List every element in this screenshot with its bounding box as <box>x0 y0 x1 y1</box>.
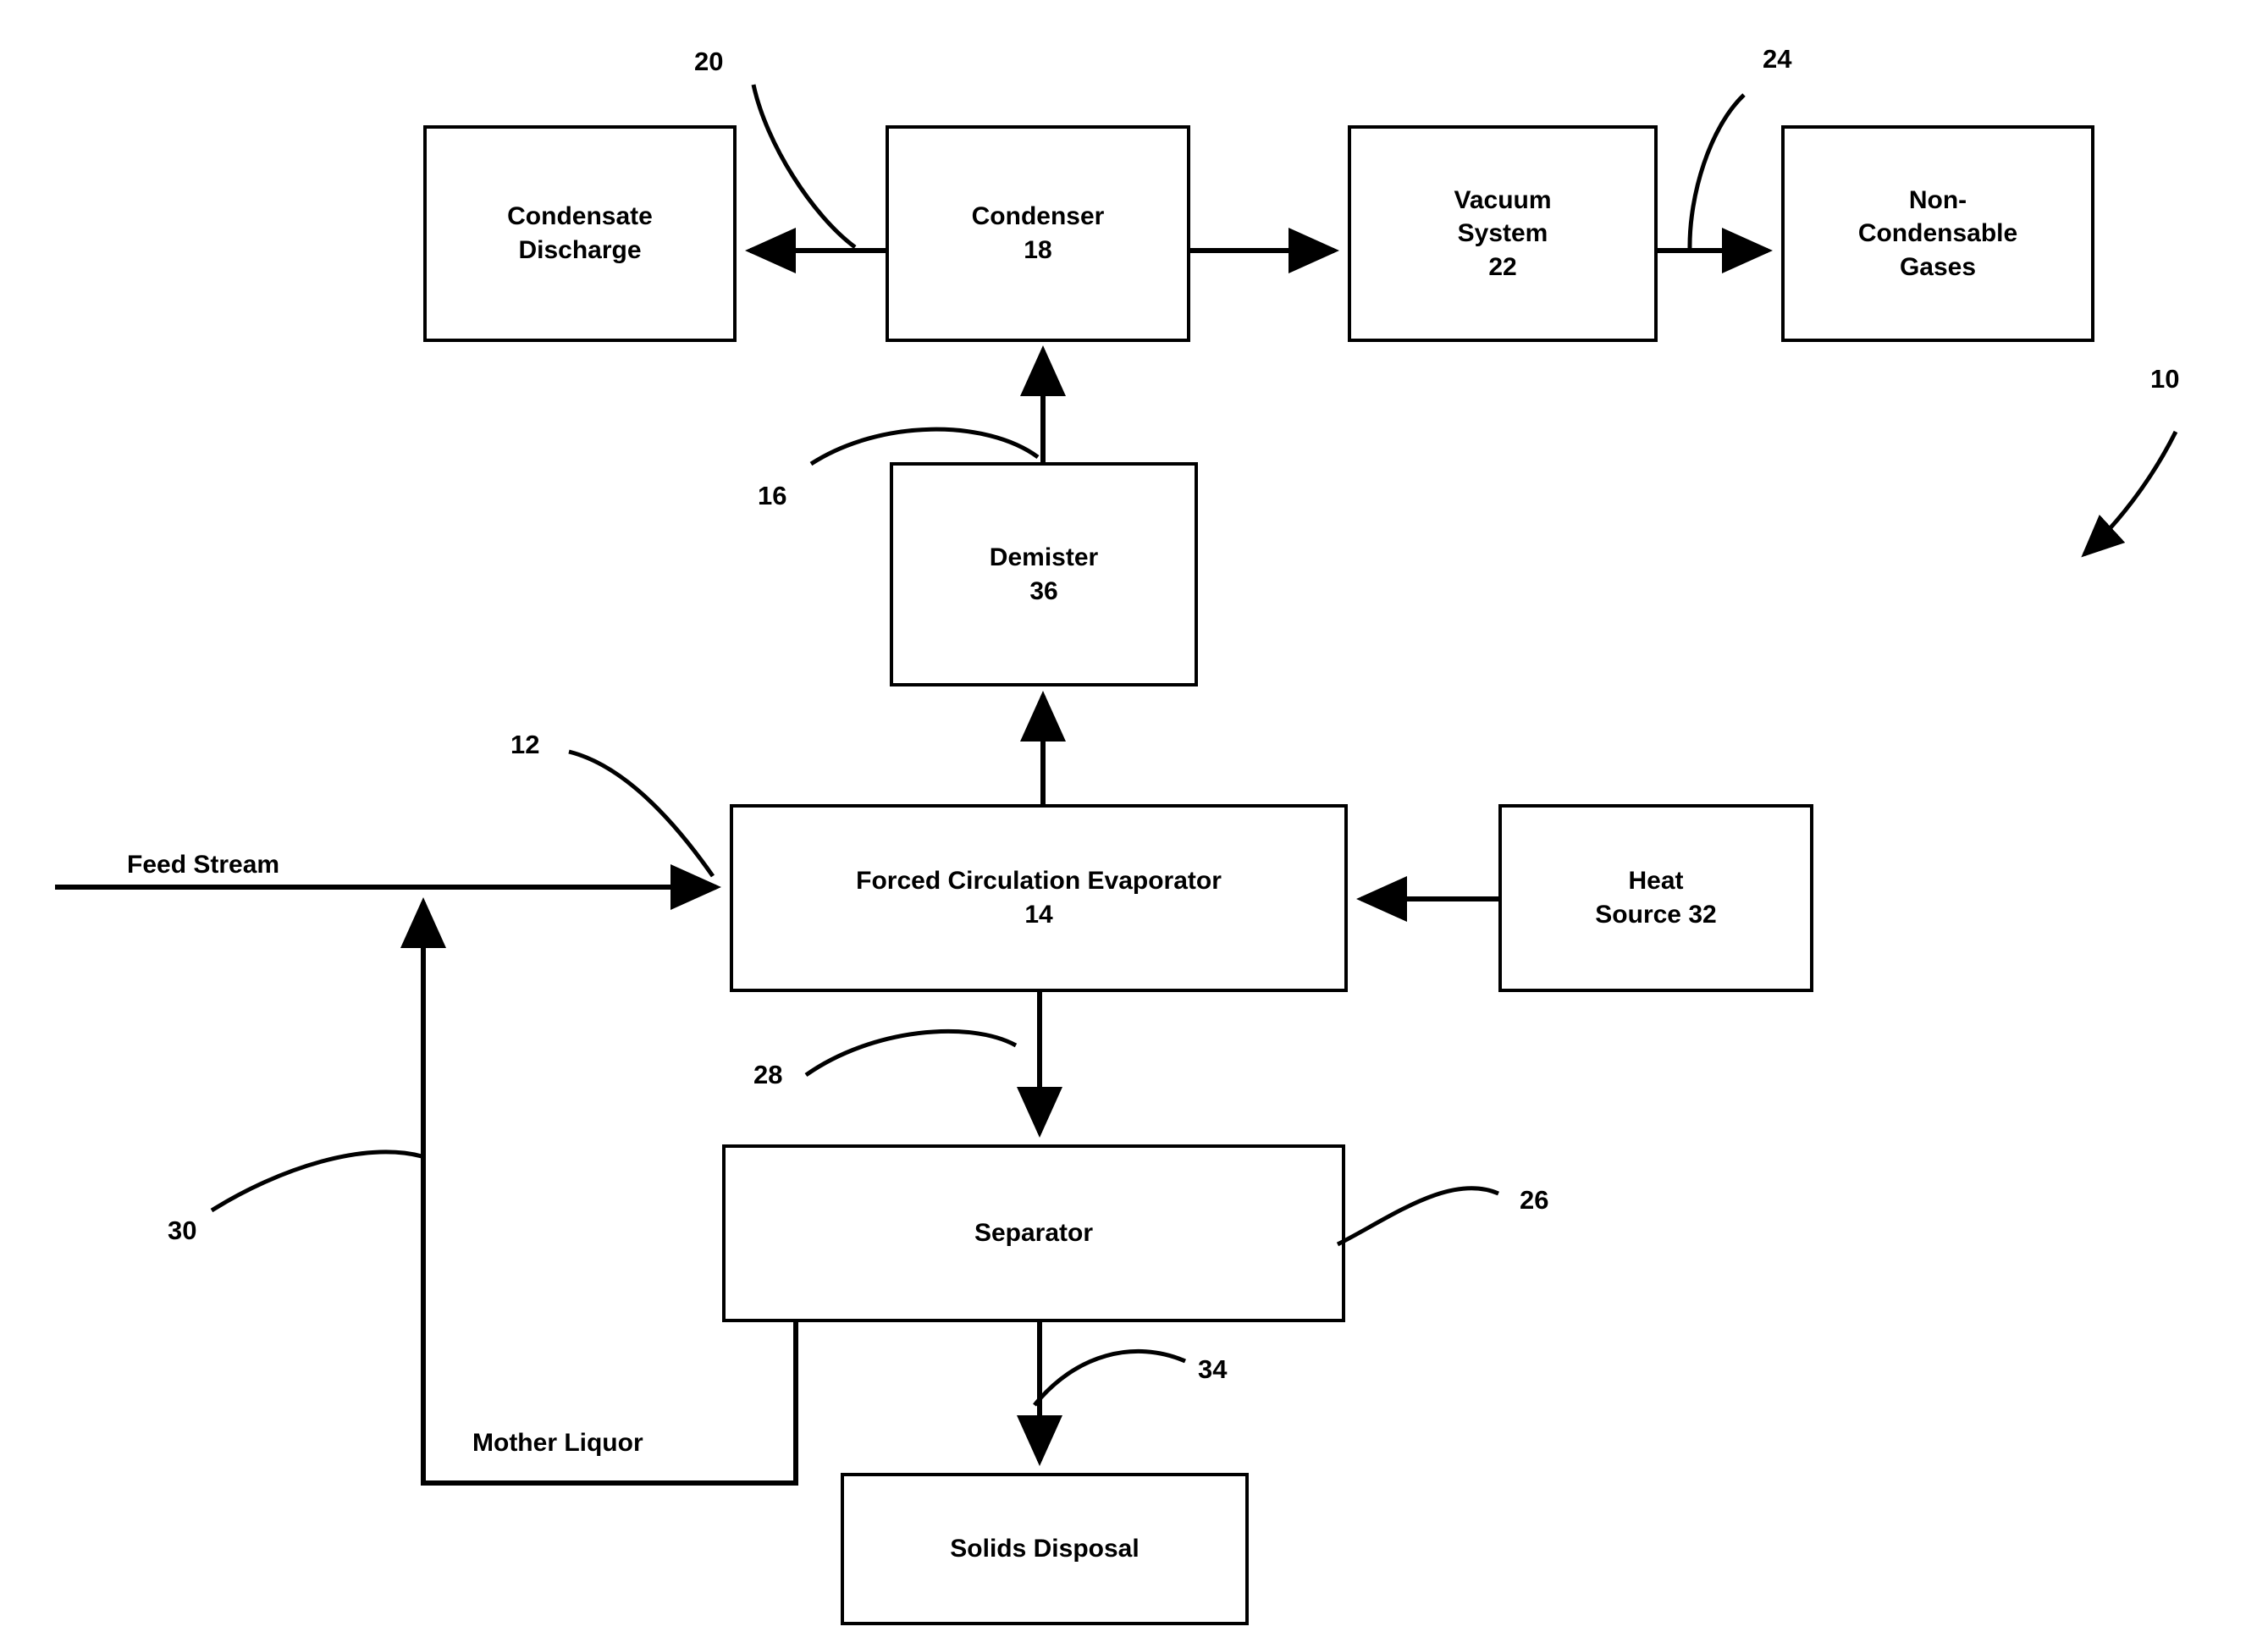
reference-numeral-34: 34 <box>1198 1354 1228 1384</box>
box-non-condensable-gases-label: Non- Condensable Gases <box>1857 185 2018 281</box>
leader-line-12 <box>568 749 715 878</box>
reference-numeral-16: 16 <box>758 481 787 510</box>
box-demister-label: Demister 36 <box>989 543 1099 605</box>
leader-line-20 <box>751 84 857 250</box>
leader-line-16 <box>809 427 1040 466</box>
box-separator: Separator <box>722 1144 1345 1322</box>
leader-line-30 <box>210 1150 422 1213</box>
reference-numeral-24: 24 <box>1763 44 1792 74</box>
box-vacuum-system: Vacuum System 22 <box>1348 125 1658 342</box>
box-demister: Demister 36 <box>890 462 1198 686</box>
box-vacuum-system-label: Vacuum System 22 <box>1454 185 1552 281</box>
patent-flow-diagram: Condensate Discharge Condenser 18 Vacuum… <box>0 0 2268 1643</box>
reference-numeral-28: 28 <box>753 1060 783 1089</box>
leader-line-24 <box>1687 93 1746 251</box>
box-condenser-label: Condenser 18 <box>971 202 1105 264</box>
box-solids-disposal-label: Solids Disposal <box>950 1535 1140 1563</box>
leader-line-28 <box>804 1028 1018 1078</box>
box-condensate-discharge: Condensate Discharge <box>423 125 737 342</box>
reference-numeral-30: 30 <box>168 1216 197 1245</box>
leader-arrow-10 <box>2081 430 2178 558</box>
reference-numeral-10: 10 <box>2150 364 2180 394</box>
reference-numeral-12: 12 <box>510 730 540 759</box>
leader-line-34 <box>1033 1349 1186 1407</box>
box-condenser: Condenser 18 <box>886 125 1190 342</box>
label-mother-liquor: Mother Liquor <box>472 1429 643 1457</box>
leader-line-26 <box>1336 1186 1499 1247</box>
box-solids-disposal: Solids Disposal <box>841 1473 1249 1625</box>
reference-numeral-20: 20 <box>694 47 724 76</box>
box-heat-source-label: Heat Source 32 <box>1595 867 1717 929</box>
box-forced-circulation-evaporator: Forced Circulation Evaporator 14 <box>730 804 1348 992</box>
label-feed-stream: Feed Stream <box>127 851 280 879</box>
box-non-condensable-gases: Non- Condensable Gases <box>1781 125 2094 342</box>
reference-numeral-26: 26 <box>1520 1185 1549 1215</box>
box-forced-circulation-evaporator-label: Forced Circulation Evaporator 14 <box>856 867 1222 929</box>
box-condensate-discharge-label: Condensate Discharge <box>507 202 653 264</box>
box-heat-source: Heat Source 32 <box>1498 804 1813 992</box>
box-separator-label: Separator <box>974 1219 1094 1248</box>
